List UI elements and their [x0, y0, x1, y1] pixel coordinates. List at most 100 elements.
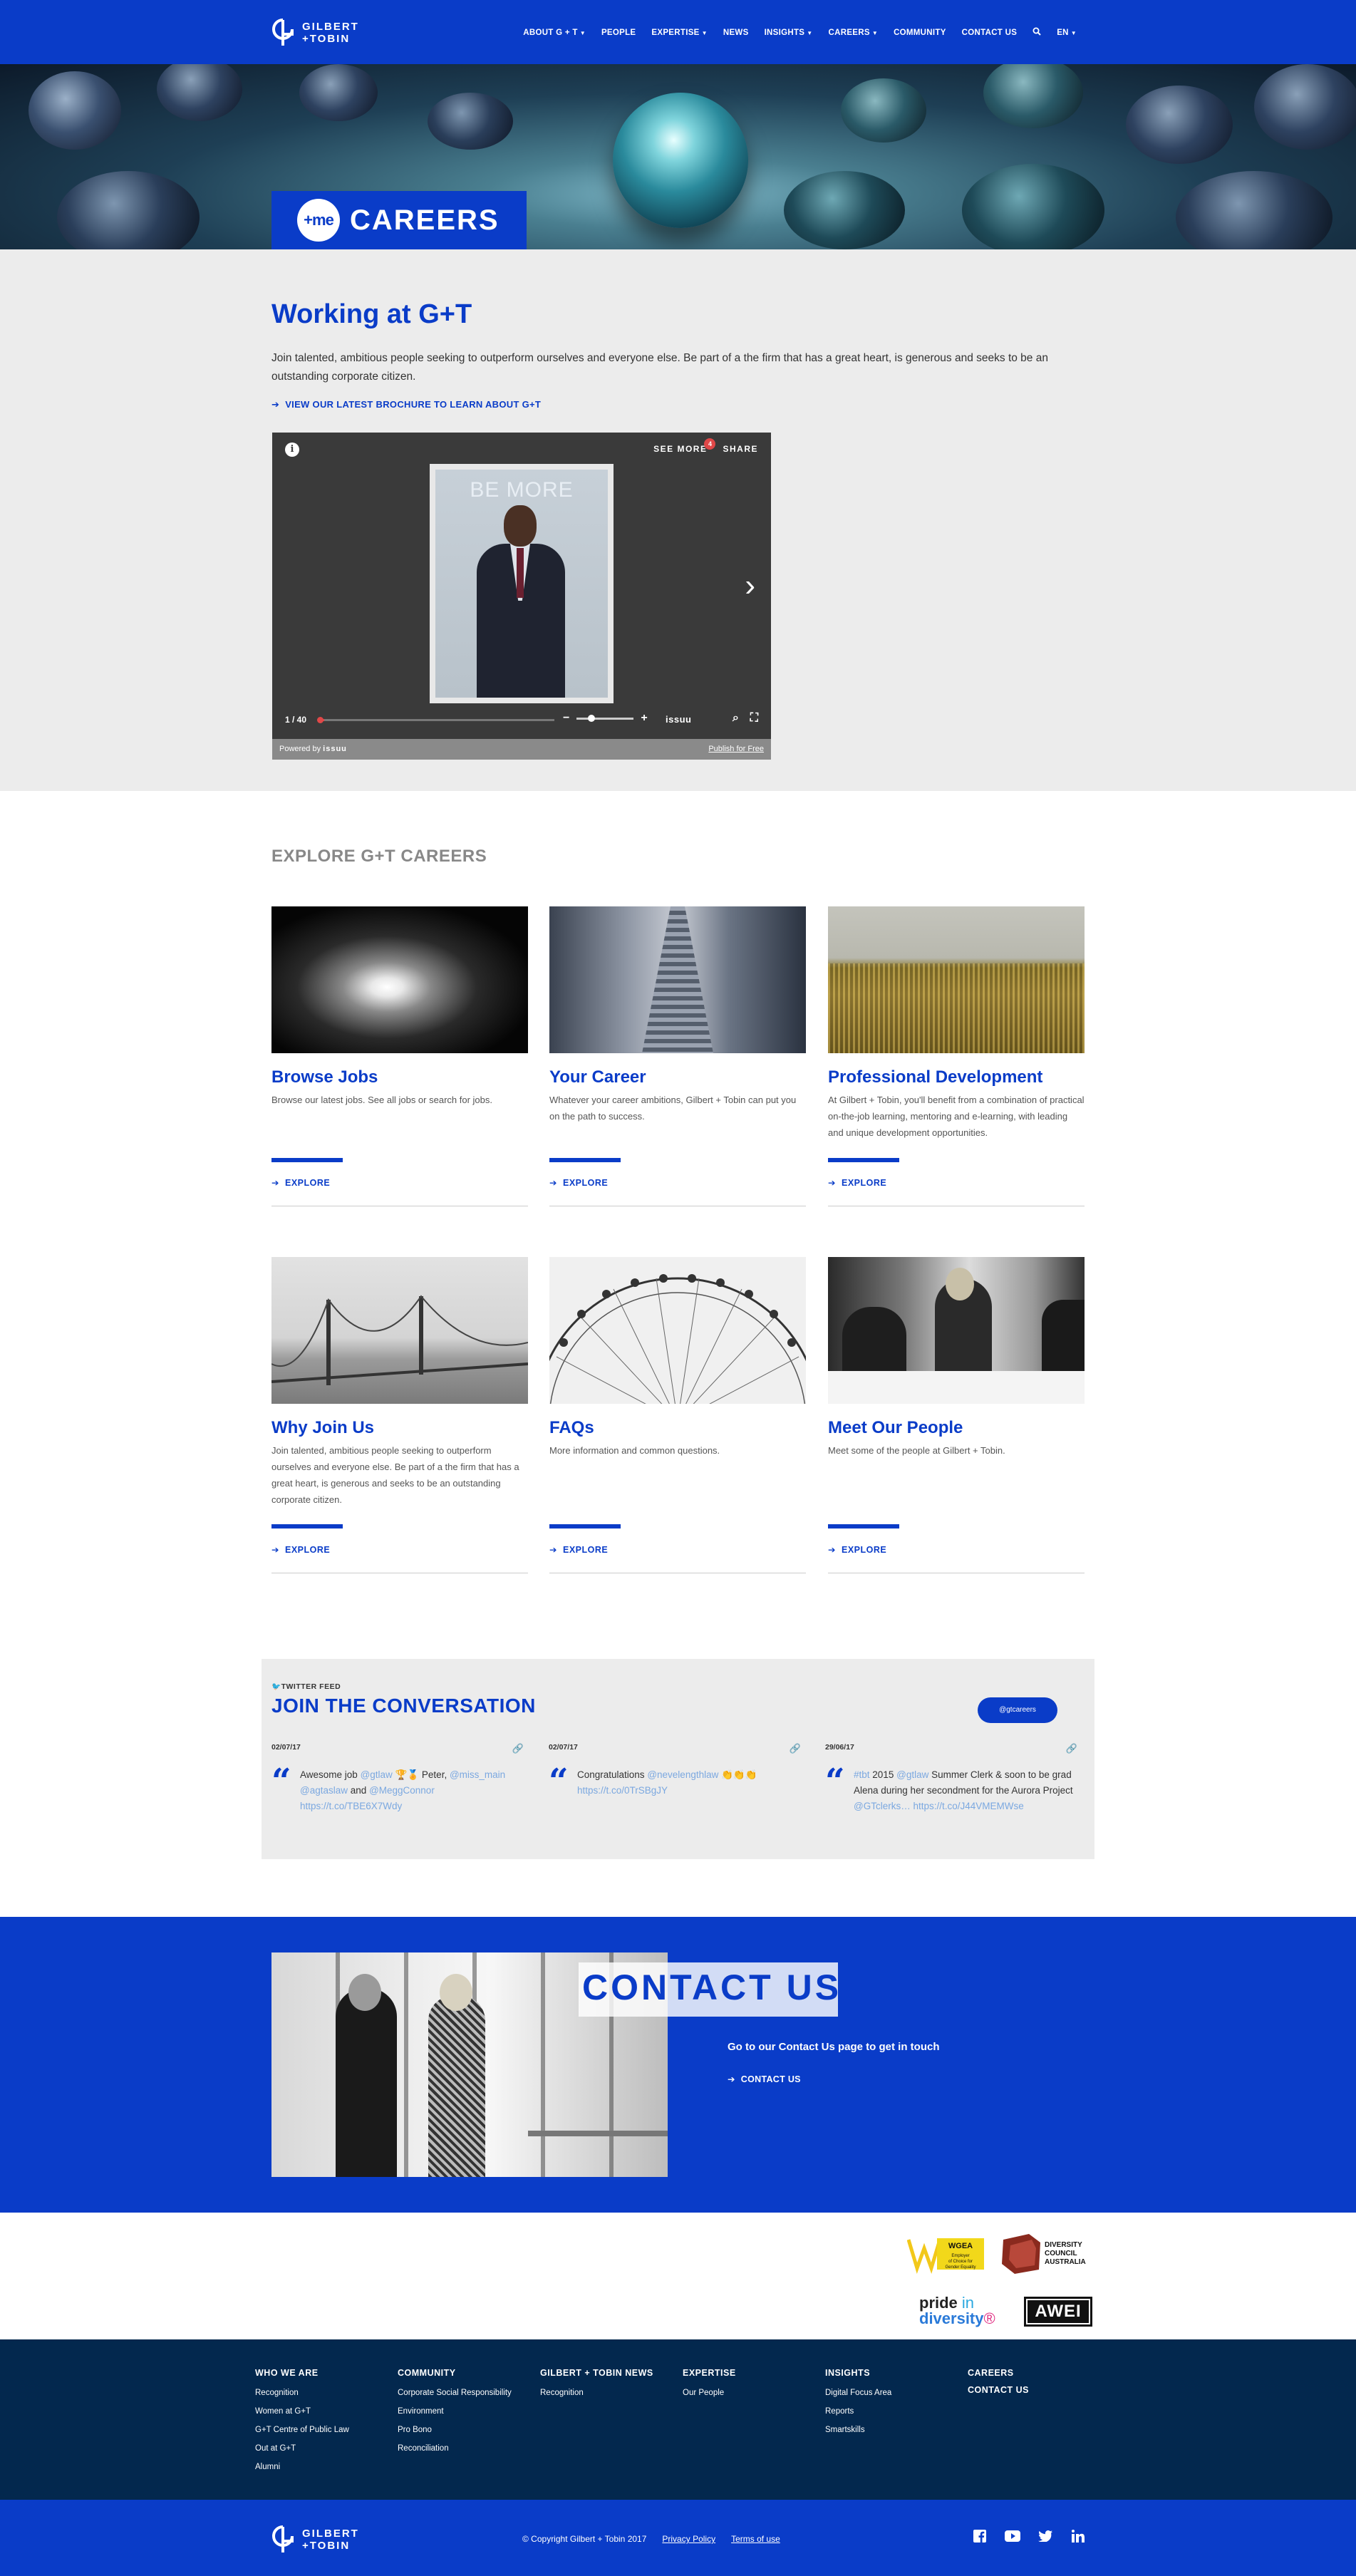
footer-column-title[interactable]: COMMUNITY	[398, 2368, 540, 2378]
mention-link[interactable]: @agtaslaw	[300, 1785, 348, 1796]
issuu-brochure-viewer[interactable]: i SEE MORE 4 SHARE BE MORE › 1 / 40 − + …	[272, 433, 771, 760]
explore-link[interactable]: ➔ EXPLORE	[271, 1177, 330, 1188]
publish-for-free-link[interactable]: Publish for Free	[708, 745, 764, 753]
issuu-logo[interactable]: issuu	[666, 714, 691, 725]
card-title[interactable]: Why Join Us	[271, 1418, 528, 1438]
fullscreen-icon[interactable]: ⛶	[750, 712, 758, 725]
wgea-logo[interactable]: WGEA Employer of Choice for Gender Equal…	[906, 2234, 985, 2275]
footer-link[interactable]: Reports	[825, 2402, 968, 2421]
tweet-url-link[interactable]: https://t.co/0TrSBgJY	[577, 1785, 668, 1796]
nav-people[interactable]: PEOPLE	[601, 29, 636, 37]
card-description: At Gilbert + Tobin, you'll benefit from …	[828, 1095, 1085, 1138]
contact-us-section: CONTACT US Go to our Contact Us page to …	[0, 1917, 1356, 2213]
info-icon[interactable]: i	[285, 443, 299, 457]
explore-link[interactable]: ➔ EXPLORE	[549, 1544, 608, 1555]
footer-column-title[interactable]: WHO WE ARE	[255, 2368, 398, 2378]
privacy-policy-link[interactable]: Privacy Policy	[662, 2534, 715, 2544]
awei-logo[interactable]: AWEI	[1024, 2297, 1092, 2327]
nav-community[interactable]: COMMUNITY	[894, 29, 946, 37]
card-title[interactable]: Meet Our People	[828, 1418, 1085, 1438]
language-selector[interactable]: EN ▼	[1057, 29, 1077, 37]
card-meet-our-people[interactable]: Meet Our People Meet some of the people …	[828, 1257, 1085, 1573]
nav-news[interactable]: NEWS	[723, 29, 749, 37]
hashtag-link[interactable]: #tbt	[854, 1769, 870, 1780]
footer-link[interactable]: Reconciliation	[398, 2439, 540, 2458]
progress-handle[interactable]	[317, 717, 324, 723]
quote-icon: “	[825, 1762, 845, 1801]
footer-column-title[interactable]: GILBERT + TOBIN NEWS	[540, 2368, 683, 2378]
diversity-council-logo[interactable]: DIVERSITY COUNCIL AUSTRALIA	[1000, 2233, 1096, 2275]
footer-link[interactable]: CONTACT US	[968, 2384, 1110, 2396]
footer-link[interactable]: Out at G+T	[255, 2439, 398, 2458]
nav-expertise[interactable]: EXPERTISE ▼	[651, 29, 707, 37]
footer-logo[interactable]: GILBERT +TOBIN	[271, 2524, 359, 2555]
brochure-cover-page[interactable]: BE MORE	[430, 464, 614, 703]
mention-link[interactable]: @gtlaw	[896, 1769, 928, 1780]
explore-link[interactable]: ➔ EXPLORE	[828, 1544, 886, 1555]
site-logo[interactable]: GILBERT +TOBIN	[271, 17, 359, 48]
card-your-career[interactable]: Your Career Whatever your career ambitio…	[549, 906, 806, 1206]
paperclip-icon[interactable]: 🔗	[790, 1743, 801, 1754]
footer-column-title[interactable]: CAREERS	[968, 2368, 1110, 2378]
youtube-icon[interactable]	[1005, 2528, 1020, 2544]
card-title[interactable]: Your Career	[549, 1067, 806, 1087]
gt-logo-icon	[272, 19, 294, 46]
footer-link[interactable]: Recognition	[540, 2384, 683, 2402]
twitter-handle-button[interactable]: @gtcareers	[978, 1697, 1057, 1723]
footer-link[interactable]: G+T Centre of Public Law	[255, 2421, 398, 2439]
nav-careers[interactable]: CAREERS ▼	[829, 29, 879, 37]
footer-column-title[interactable]: INSIGHTS	[825, 2368, 968, 2378]
footer-link[interactable]: Corporate Social Responsibility	[398, 2384, 540, 2402]
tweet-url-link[interactable]: https://t.co/TBE6X7Wdy	[300, 1801, 402, 1811]
card-why-join-us[interactable]: Why Join Us Join talented, ambitious peo…	[271, 1257, 528, 1573]
card-browse-jobs[interactable]: Browse Jobs Browse our latest jobs. See …	[271, 906, 528, 1206]
nav-insights[interactable]: INSIGHTS ▼	[765, 29, 813, 37]
twitter-icon[interactable]	[1037, 2528, 1053, 2544]
linkedin-icon[interactable]	[1070, 2528, 1086, 2544]
nav-contact[interactable]: CONTACT US	[962, 29, 1018, 37]
footer-link[interactable]: Our People	[683, 2384, 825, 2402]
search-icon[interactable]	[1032, 27, 1041, 38]
card-professional-development[interactable]: Professional Development At Gilbert + To…	[828, 906, 1085, 1206]
tweet-url-link[interactable]: https://t.co/J44VMEMWse	[913, 1801, 1023, 1811]
zoom-out-icon[interactable]: −	[563, 712, 569, 725]
footer-link[interactable]: Environment	[398, 2402, 540, 2421]
pride-in-diversity-logo[interactable]: pride in diversity®	[919, 2295, 995, 2327]
tweet-date: 02/07/17	[549, 1743, 578, 1752]
facebook-icon[interactable]	[972, 2528, 988, 2544]
nav-about[interactable]: ABOUT G + T ▼	[523, 29, 586, 37]
card-title[interactable]: Browse Jobs	[271, 1067, 528, 1087]
footer-link[interactable]: Recognition	[255, 2384, 398, 2402]
zoom-slider[interactable]	[576, 714, 634, 722]
paperclip-icon[interactable]: 🔗	[512, 1743, 524, 1754]
footer-link[interactable]: Smartskills	[825, 2421, 968, 2439]
contact-us-link[interactable]: ➔ CONTACT US	[728, 2074, 801, 2084]
mention-link[interactable]: @MeggConnor	[369, 1785, 435, 1796]
tweet-card: 02/07/17 🔗 “ Congratulations @nevelength…	[549, 1743, 805, 1799]
footer-link[interactable]: Digital Focus Area	[825, 2384, 968, 2402]
explore-link[interactable]: ➔ EXPLORE	[271, 1544, 330, 1555]
terms-of-use-link[interactable]: Terms of use	[731, 2534, 780, 2544]
mention-link[interactable]: @gtlaw	[361, 1769, 393, 1780]
footer-column-title[interactable]: EXPERTISE	[683, 2368, 825, 2378]
share-button[interactable]: SHARE	[723, 444, 758, 454]
brochure-link[interactable]: ➔ VIEW OUR LATEST BROCHURE TO LEARN ABOUT…	[271, 399, 541, 410]
card-title[interactable]: Professional Development	[828, 1067, 1085, 1087]
mention-link[interactable]: @nevelengthlaw	[647, 1769, 718, 1780]
footer-link[interactable]: Pro Bono	[398, 2421, 540, 2439]
mention-link[interactable]: @GTclerks…	[854, 1801, 911, 1811]
mention-link[interactable]: @miss_main	[450, 1769, 505, 1780]
see-more-button[interactable]: SEE MORE 4	[653, 438, 716, 454]
explore-link[interactable]: ➔ EXPLORE	[828, 1177, 886, 1188]
footer-link[interactable]: Alumni	[255, 2458, 398, 2476]
paperclip-icon[interactable]: 🔗	[1066, 1743, 1077, 1754]
zoom-in-icon[interactable]: +	[641, 712, 647, 725]
explore-link[interactable]: ➔ EXPLORE	[549, 1177, 608, 1188]
card-title[interactable]: FAQs	[549, 1418, 806, 1438]
footer-link[interactable]: Women at G+T	[255, 2402, 398, 2421]
powered-by-issuu[interactable]: Powered by issuu	[279, 745, 347, 753]
page-progress-bar[interactable]	[317, 717, 554, 723]
magnify-icon[interactable]: ⌕	[733, 712, 739, 725]
card-faqs[interactable]: FAQs More information and common questio…	[549, 1257, 806, 1573]
next-page-arrow-icon[interactable]: ›	[745, 568, 755, 604]
